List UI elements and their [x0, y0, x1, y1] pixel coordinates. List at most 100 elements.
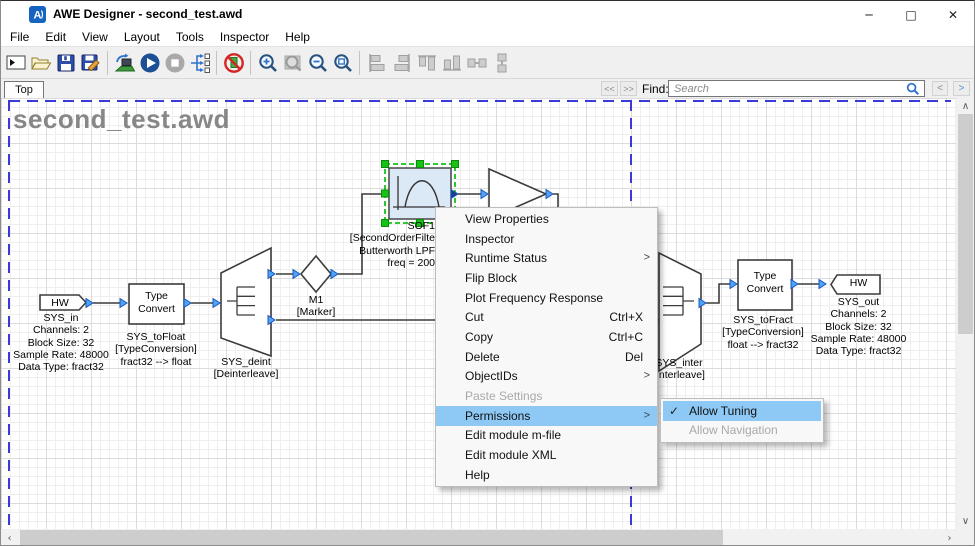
- submenu-arrow-icon: >: [644, 252, 650, 264]
- menu-edit[interactable]: Edit: [37, 28, 74, 46]
- toolbar-button-stop[interactable]: [162, 49, 187, 77]
- open-folder-icon: [30, 52, 52, 74]
- app-logo-icon: A: [29, 6, 46, 23]
- vertical-scroll-thumb[interactable]: [958, 114, 973, 334]
- menu-item-help[interactable]: Help: [436, 465, 657, 485]
- tab-top[interactable]: Top: [4, 81, 44, 98]
- find-prev-button[interactable]: <: [932, 81, 948, 96]
- search-input[interactable]: [668, 80, 925, 97]
- menu-item-edit-module-xml[interactable]: Edit module XML: [436, 445, 657, 465]
- svg-text:A: A: [34, 10, 42, 22]
- zoom-selection-icon: [332, 52, 354, 74]
- permissions-submenu: ✓ Allow Tuning Allow Navigation: [660, 398, 824, 443]
- submenu-arrow-icon: >: [644, 409, 650, 421]
- sys-deint-label: SYS_deint [Deinterleave]: [186, 356, 306, 381]
- play-icon: [139, 52, 161, 74]
- menu-item-permissions[interactable]: Permissions >: [436, 406, 657, 426]
- app-window: A AWE Designer - second_test.awd ─ □ ✕ F…: [0, 0, 975, 546]
- minimize-button[interactable]: ─: [848, 1, 890, 28]
- menu-item-copy[interactable]: Copy Ctrl+C: [436, 327, 657, 347]
- scrollbar-corner: [958, 529, 975, 546]
- menu-help[interactable]: Help: [277, 28, 318, 46]
- sys-out-hw-text: HW: [837, 277, 880, 290]
- toolbar-button-zoom-out[interactable]: [305, 49, 330, 77]
- menu-item-cut[interactable]: Cut Ctrl+X: [436, 307, 657, 327]
- pin: [184, 299, 191, 308]
- menu-item-view-properties[interactable]: View Properties: [436, 209, 657, 229]
- toolbar-button-align-right[interactable]: [389, 49, 414, 77]
- toolbar-button-run[interactable]: [137, 49, 162, 77]
- submenu-arrow-icon: >: [644, 370, 650, 382]
- pin: [86, 299, 93, 308]
- new-design-icon: [5, 52, 27, 74]
- toolbar-button-propagate[interactable]: [187, 49, 212, 77]
- menu-file[interactable]: File: [2, 28, 37, 46]
- submenu-item-allow-navigation[interactable]: Allow Navigation: [663, 421, 821, 441]
- scroll-down-icon[interactable]: ∨: [957, 513, 974, 529]
- menu-item-paste-settings[interactable]: Paste Settings: [436, 386, 657, 406]
- context-menu: View Properties Inspector Runtime Status…: [435, 207, 658, 487]
- sys-tofloat-text: Type Convert: [129, 290, 184, 316]
- pin: [481, 190, 488, 199]
- toolbar-separator: [216, 51, 217, 75]
- block-sys-deint[interactable]: [221, 248, 271, 356]
- design-canvas[interactable]: second_test.awd: [1, 98, 956, 529]
- find-prev-all-button[interactable]: <<: [601, 81, 618, 96]
- toolbar-separator: [250, 51, 251, 75]
- maximize-button[interactable]: □: [890, 1, 932, 28]
- horizontal-scroll-thumb[interactable]: [20, 530, 723, 546]
- menu-item-edit-module-m-file[interactable]: Edit module m-file: [436, 426, 657, 446]
- toolbar-button-open[interactable]: [28, 49, 53, 77]
- menu-view[interactable]: View: [74, 28, 116, 46]
- stop-icon: [164, 52, 186, 74]
- toolbar-button-halt[interactable]: [221, 49, 246, 77]
- horizontal-scrollbar[interactable]: ‹ ›: [1, 529, 958, 546]
- toolbar-button-new[interactable]: [3, 49, 28, 77]
- menu-item-plot-frequency-response[interactable]: Plot Frequency Response: [436, 288, 657, 308]
- toolbar-button-connect-horizontal[interactable]: [464, 49, 489, 77]
- zoom-out-icon: [307, 52, 329, 74]
- scroll-right-icon[interactable]: ›: [941, 530, 958, 546]
- submenu-item-allow-tuning[interactable]: ✓ Allow Tuning: [663, 401, 821, 421]
- search-icon[interactable]: [906, 82, 920, 96]
- toolbar-button-zoom-fit[interactable]: [280, 49, 305, 77]
- toolbar-button-align-bottom[interactable]: [439, 49, 464, 77]
- toolbar-button-save[interactable]: [53, 49, 78, 77]
- menu-item-runtime-status[interactable]: Runtime Status >: [436, 248, 657, 268]
- toolbar: [1, 46, 974, 79]
- vertical-scrollbar[interactable]: ∧ ∨: [956, 98, 975, 529]
- toolbar-button-zoom-in[interactable]: [255, 49, 280, 77]
- toolbar-button-connect-vertical[interactable]: [489, 49, 514, 77]
- connect-horizontal-icon: [466, 52, 488, 74]
- toolbar-button-save-as[interactable]: [78, 49, 103, 77]
- toolbar-button-align-top[interactable]: [414, 49, 439, 77]
- save-icon: [55, 52, 77, 74]
- menu-item-inspector[interactable]: Inspector: [436, 229, 657, 249]
- find-next-all-button[interactable]: >>: [620, 81, 637, 96]
- menu-layout[interactable]: Layout: [116, 28, 168, 46]
- sys-out-label: SYS_out Channels: 2 Block Size: 32 Sampl…: [796, 296, 921, 357]
- align-left-icon: [366, 52, 388, 74]
- align-right-icon: [391, 52, 413, 74]
- toolbar-button-align-left[interactable]: [364, 49, 389, 77]
- pin: [120, 299, 127, 308]
- menu-item-objectids[interactable]: ObjectIDs >: [436, 367, 657, 387]
- pin: [331, 270, 338, 279]
- menu-tools[interactable]: Tools: [168, 28, 212, 46]
- close-button[interactable]: ✕: [932, 1, 974, 28]
- save-as-icon: [80, 52, 102, 74]
- menu-item-flip-block[interactable]: Flip Block: [436, 268, 657, 288]
- scroll-up-icon[interactable]: ∧: [957, 98, 974, 114]
- sys-in-hw-text: HW: [40, 297, 80, 310]
- find-label: Find:: [642, 82, 669, 96]
- connect-vertical-icon: [491, 52, 513, 74]
- sof1-label: SOF1 [SecondOrderFilte Butterworth LPF f…: [315, 220, 435, 269]
- toolbar-button-connect[interactable]: [112, 49, 137, 77]
- toolbar-button-zoom-selection[interactable]: [330, 49, 355, 77]
- scroll-left-icon[interactable]: ‹: [1, 530, 18, 546]
- block-sys-inter[interactable]: [659, 253, 701, 371]
- zoom-in-icon: [257, 52, 279, 74]
- menu-item-delete[interactable]: Delete Del: [436, 347, 657, 367]
- menu-inspector[interactable]: Inspector: [212, 28, 277, 46]
- find-next-button[interactable]: >: [953, 81, 970, 96]
